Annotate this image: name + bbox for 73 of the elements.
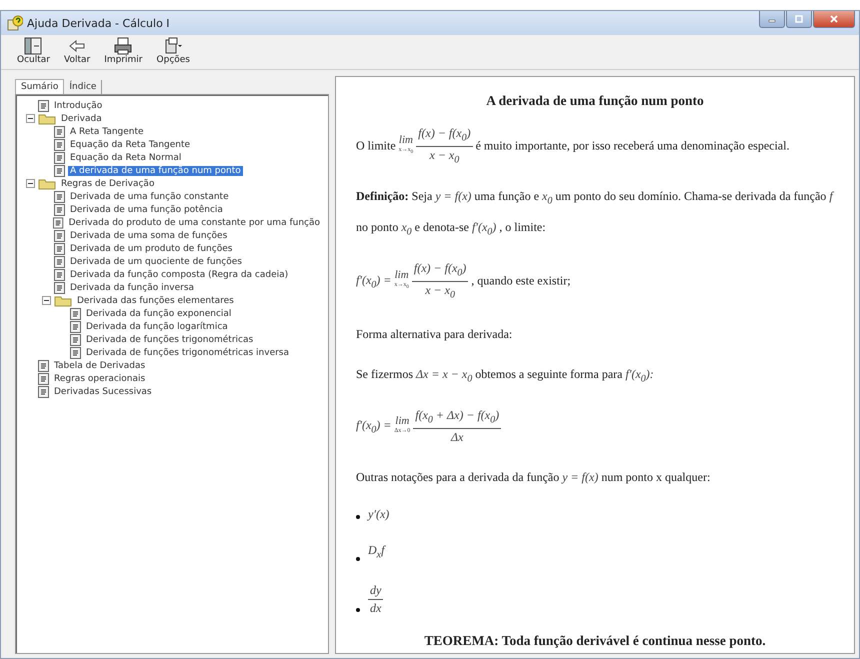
- notation: y′(x): [368, 506, 390, 524]
- page-icon: [70, 308, 81, 320]
- tree-item[interactable]: Derivada de funções trigonométricas: [84, 334, 256, 344]
- page-icon: [54, 126, 65, 138]
- close-icon: [829, 15, 839, 23]
- tree-item[interactable]: Derivada de uma função constante: [68, 192, 231, 202]
- tree-item[interactable]: A derivada de uma função num ponto: [68, 166, 243, 176]
- tree-item[interactable]: Derivada de um produto de funções: [68, 244, 234, 254]
- tree-item[interactable]: Regras de Derivação: [59, 178, 156, 188]
- folder-icon: [38, 178, 56, 190]
- notation: dy dx: [368, 582, 384, 617]
- page-icon: [38, 100, 49, 112]
- collapse-icon[interactable]: [26, 114, 35, 123]
- page-icon: [54, 138, 65, 150]
- toolbar-button[interactable]: Voltar: [60, 37, 94, 65]
- window-title: Ajuda Derivada - Cálculo I: [27, 16, 171, 30]
- collapse-icon[interactable]: [26, 179, 35, 188]
- toolbar-button[interactable]: Imprimir: [100, 37, 147, 65]
- help-icon: [7, 15, 23, 31]
- page-icon: [54, 190, 65, 202]
- tree-item[interactable]: Derivada das funções elementares: [75, 296, 236, 306]
- maximize-button[interactable]: [786, 11, 812, 28]
- tree-item[interactable]: Regras operacionais: [52, 374, 148, 384]
- tree-item[interactable]: Derivada do produto de uma constante por uma função: [66, 218, 322, 228]
- page-icon: [54, 256, 65, 268]
- folder-icon: [38, 112, 56, 124]
- page-icon: [54, 164, 65, 176]
- page-heading: A derivada de uma função num ponto: [485, 93, 705, 109]
- tree-item[interactable]: Derivada de funções trigonométricas inversa: [84, 348, 292, 358]
- page-icon: [70, 334, 81, 346]
- tree-item[interactable]: Equação da Reta Tangente: [68, 140, 192, 150]
- theorem: TEOREMA: Toda função derivável é continua nesse ponto.: [423, 632, 767, 649]
- tree-item[interactable]: Introdução: [52, 100, 104, 110]
- maximize-icon: [794, 15, 804, 23]
- tab[interactable]: Sumário: [15, 79, 64, 94]
- close-button[interactable]: [813, 11, 855, 28]
- tree-item[interactable]: Derivadas Sucessivas: [52, 386, 154, 396]
- page-icon: [54, 268, 65, 280]
- page-icon: [38, 386, 49, 398]
- paragraph: Outras notações para a derivada da função y = f(x) num ponto x qualquer:: [356, 469, 712, 486]
- tree-item[interactable]: Derivada da função logarítmica: [84, 322, 230, 332]
- paragraph: Forma alternativa para derivada:: [356, 326, 514, 344]
- page-icon: [54, 230, 65, 242]
- notation: D$_{x}$f: [368, 542, 384, 563]
- tree-item[interactable]: Derivada da função composta (Regra da cadeia): [68, 270, 290, 280]
- tree-item[interactable]: Derivada de uma soma de funções: [68, 230, 230, 240]
- options-icon: [163, 37, 184, 55]
- paragraph: Definição: Seja y = f(x) uma função e x$_{0}$ um ponto do seu domínio. Chama-se derivada da função f no ponto x$_{0}$ e denota-se f′(x$_{0}$) , o limite:: [356, 188, 834, 240]
- printer-icon: [113, 37, 134, 55]
- page-icon: [38, 372, 49, 384]
- tree-item[interactable]: Derivada da função inversa: [68, 282, 196, 292]
- collapse-icon[interactable]: [42, 296, 51, 305]
- toolbar-button[interactable]: Opções: [152, 37, 194, 65]
- paragraph: Se fizermos Δx = x − x$_{0}$ obtemos a seguinte forma para f′(x$_{0}$):: [356, 366, 655, 387]
- page-icon: [54, 242, 65, 254]
- page-icon: [70, 346, 81, 358]
- tree-item[interactable]: Derivada de uma função potência: [68, 204, 225, 214]
- tree-item[interactable]: Derivada de um quociente de funções: [68, 256, 244, 266]
- toolbar-button[interactable]: Ocultar: [13, 37, 54, 65]
- folder-icon: [54, 294, 72, 306]
- page-icon: [70, 320, 81, 332]
- page-icon: [53, 216, 64, 228]
- back-arrow-icon: [67, 37, 88, 55]
- page-icon: [54, 152, 65, 164]
- page-icon: [54, 204, 65, 216]
- tree-item[interactable]: Derivada da função exponencial: [84, 308, 234, 318]
- page-icon: [54, 282, 65, 294]
- page-icon: [38, 360, 49, 372]
- tree-item[interactable]: Equação da Reta Normal: [68, 152, 184, 162]
- minimize-button[interactable]: [759, 11, 785, 28]
- tree-item[interactable]: A Reta Tangente: [68, 126, 146, 136]
- tree-item[interactable]: Tabela de Derivadas: [52, 360, 148, 370]
- tree-item[interactable]: Derivada: [59, 114, 104, 124]
